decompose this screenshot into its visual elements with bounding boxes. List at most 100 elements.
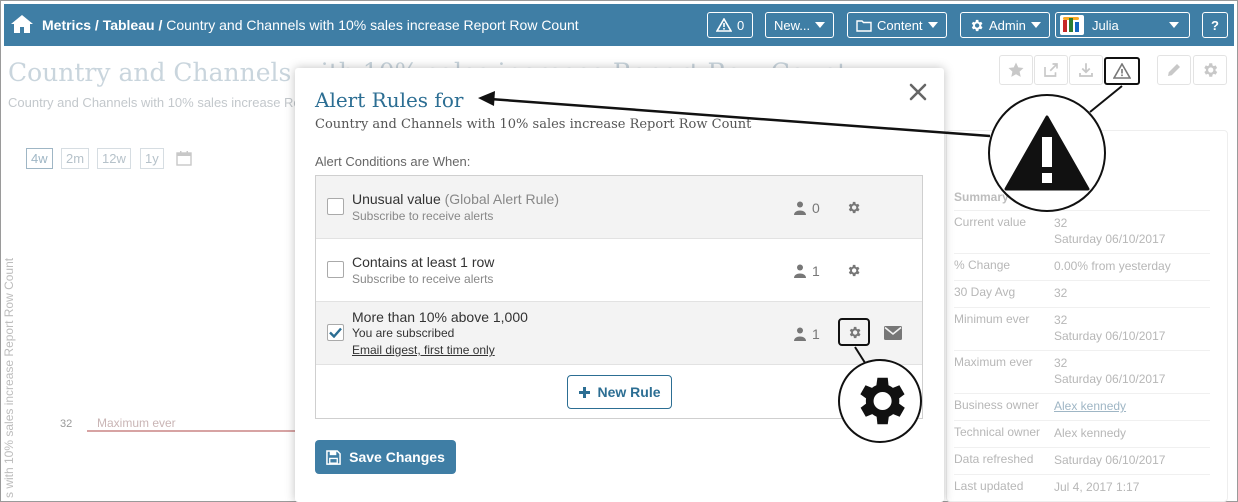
range-tab-1y[interactable]: 1y — [140, 148, 164, 169]
rule-subscription-status: You are subscribed — [352, 326, 455, 340]
rule-checkbox[interactable] — [327, 198, 344, 215]
summary-value: Saturday 06/10/2017 — [1054, 453, 1166, 467]
chevron-down-icon — [1030, 22, 1041, 28]
close-icon[interactable] — [909, 83, 927, 101]
download-button[interactable] — [1069, 55, 1103, 85]
summary-key: Technical owner — [954, 425, 1041, 439]
warning-icon — [716, 18, 732, 32]
rule-subscription-status: Subscribe to receive alerts — [352, 209, 494, 223]
user-menu-button[interactable]: Julia — [1055, 12, 1190, 38]
gear-icon — [1204, 63, 1218, 77]
subscriber-count: 0 — [794, 200, 820, 216]
range-tab-12w[interactable]: 12w — [97, 148, 131, 169]
chevron-down-icon — [927, 22, 938, 28]
new-rule-button[interactable]: New Rule — [567, 375, 672, 409]
content-menu-button[interactable]: Content — [847, 12, 947, 38]
gear-callout — [838, 359, 922, 443]
star-icon — [1008, 62, 1024, 77]
rule-checkbox[interactable] — [327, 261, 344, 278]
breadcrumb-links[interactable]: Metrics / Tableau / — [42, 17, 162, 33]
summary-row-technical-owner: Technical owner Alex kennedy — [954, 420, 1210, 447]
envelope-icon[interactable] — [884, 326, 902, 340]
dialog-title: Alert Rules for — [315, 88, 464, 112]
summary-key: % Change — [954, 258, 1011, 272]
warning-icon — [1004, 115, 1090, 191]
warning-callout — [988, 94, 1106, 212]
user-icon — [794, 327, 806, 341]
floppy-disk-icon — [326, 449, 341, 465]
calendar-icon[interactable] — [176, 150, 192, 166]
y-axis-label: s with 10% sales increase Report Row Cou… — [2, 257, 16, 498]
subscriber-count: 1 — [794, 263, 820, 279]
download-icon — [1079, 63, 1093, 77]
business-owner-link[interactable]: Alex kennedy — [1054, 398, 1126, 414]
alert-rules-dialog: Alert Rules for Country and Channels wit… — [295, 68, 944, 502]
checkmark-icon — [329, 327, 342, 338]
folder-icon — [856, 19, 872, 32]
save-changes-label: Save Changes — [349, 449, 445, 465]
favorite-button[interactable] — [999, 55, 1033, 85]
new-rule-label: New Rule — [597, 384, 661, 400]
summary-row-minimum-ever: Minimum ever 32 Saturday 06/10/2017 — [954, 307, 1210, 350]
summary-key: 30 Day Avg — [954, 285, 1016, 299]
top-navigation-bar: Metrics / Tableau / Country and Channels… — [4, 4, 1234, 46]
breadcrumb-current: Country and Channels with 10% sales incr… — [166, 17, 579, 33]
range-tab-4w[interactable]: 4w — [26, 148, 53, 169]
summary-row-change: % Change 0.00% from yesterday — [954, 253, 1210, 280]
list-item: Unusual value (Global Alert Rule) Subscr… — [316, 176, 922, 239]
email-digest-link[interactable]: Email digest, first time only — [352, 343, 495, 357]
list-item: More than 10% above 1,000 You are subscr… — [316, 302, 922, 365]
rule-checkbox[interactable] — [327, 324, 344, 341]
rule-settings-button[interactable] — [838, 318, 870, 346]
alerts-count: 0 — [737, 17, 745, 33]
summary-key: Data refreshed — [954, 452, 1034, 466]
summary-key: Business owner — [954, 398, 1039, 412]
subscriber-count: 1 — [794, 326, 820, 342]
settings-button[interactable] — [1193, 55, 1227, 85]
range-tab-2m[interactable]: 2m — [61, 148, 90, 169]
y-tick-label: 32 — [60, 418, 73, 430]
rule-settings-button[interactable] — [843, 260, 863, 280]
summary-value: 32 — [1054, 286, 1068, 300]
help-button[interactable]: ? — [1202, 12, 1228, 38]
admin-menu-button[interactable]: Admin — [960, 12, 1050, 38]
summary-row-last-updated: Last updated Jul 4, 2017 1:17 — [954, 474, 1210, 501]
chevron-down-icon — [815, 22, 826, 28]
chevron-down-icon — [1169, 22, 1179, 28]
user-name: Julia — [1092, 17, 1119, 33]
avatar — [1060, 15, 1084, 35]
help-label: ? — [1211, 17, 1219, 33]
summary-key: Maximum ever — [954, 355, 1033, 369]
summary-value: Jul 4, 2017 1:17 — [1054, 480, 1140, 494]
alert-rules-list: Unusual value (Global Alert Rule) Subscr… — [315, 175, 923, 419]
list-item: Contains at least 1 row Subscribe to rec… — [316, 239, 922, 302]
summary-value: 32 Saturday 06/10/2017 — [1054, 216, 1166, 246]
rule-settings-button[interactable] — [843, 197, 863, 217]
maximum-ever-line — [87, 430, 297, 432]
home-icon[interactable] — [10, 13, 34, 35]
new-menu-button[interactable]: New... — [765, 12, 835, 38]
share-button[interactable] — [1034, 55, 1068, 85]
summary-key: Last updated — [954, 479, 1024, 493]
summary-value: 32 Saturday 06/10/2017 — [1054, 356, 1166, 386]
share-icon — [1044, 63, 1058, 77]
edit-button[interactable] — [1157, 55, 1191, 85]
global-rule-tag: (Global Alert Rule) — [444, 191, 560, 207]
alert-rules-button[interactable] — [1104, 57, 1140, 85]
rule-title: Contains at least 1 row — [352, 254, 495, 270]
new-menu-label: New... — [774, 17, 811, 33]
gear-icon — [848, 264, 859, 276]
maximum-ever-label: Maximum ever — [97, 416, 176, 430]
gear-icon — [849, 326, 860, 338]
summary-row-data-refreshed: Data refreshed Saturday 06/10/2017 — [954, 447, 1210, 474]
summary-value: 0.00% from yesterday — [1054, 259, 1171, 273]
save-changes-button[interactable]: Save Changes — [315, 440, 456, 474]
summary-heading: Summary — [954, 190, 1009, 204]
alert-conditions-label: Alert Conditions are When: — [315, 154, 471, 169]
gear-icon — [971, 19, 983, 31]
user-icon — [794, 201, 806, 215]
summary-row-30-day-avg: 30 Day Avg 32 — [954, 280, 1210, 307]
content-menu-label: Content — [877, 17, 923, 33]
admin-menu-label: Admin — [989, 17, 1026, 33]
alerts-button[interactable]: 0 — [707, 12, 754, 38]
